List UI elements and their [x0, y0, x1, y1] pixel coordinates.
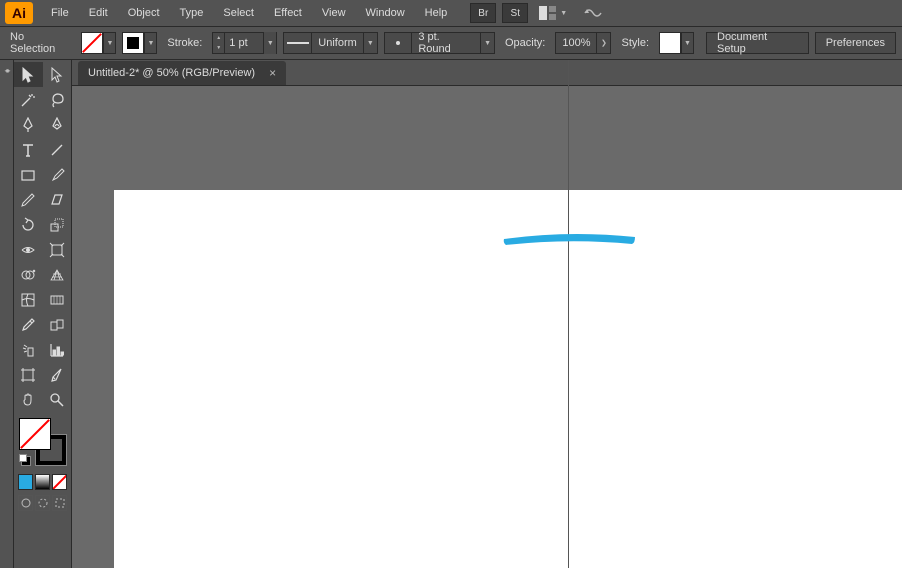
toolbox [14, 60, 72, 568]
tab-bar: Untitled-2* @ 50% (RGB/Preview) × [72, 60, 902, 86]
eraser-tool[interactable] [43, 187, 72, 212]
stroke-label[interactable]: Stroke: [163, 37, 206, 49]
menu-object[interactable]: Object [118, 3, 170, 23]
perspective-grid-tool[interactable] [43, 262, 72, 287]
menu-view[interactable]: View [312, 3, 356, 23]
menu-type[interactable]: Type [170, 3, 214, 23]
type-tool[interactable] [14, 137, 43, 162]
tab-title: Untitled-2* @ 50% (RGB/Preview) [88, 67, 255, 79]
gpu-preview-button[interactable] [579, 3, 607, 23]
menu-effect[interactable]: Effect [264, 3, 312, 23]
opacity-input[interactable]: 100% ❯ [555, 32, 611, 54]
pencil-tool[interactable] [14, 187, 43, 212]
fill-dropdown[interactable]: ▼ [103, 32, 116, 54]
symbol-sprayer-tool[interactable] [14, 337, 43, 362]
left-dock[interactable]: ◂▸ [0, 60, 14, 568]
arrange-documents-button[interactable]: ▼ [535, 3, 571, 23]
hand-tool[interactable] [14, 387, 43, 412]
menu-file[interactable]: File [41, 3, 79, 23]
document-tab[interactable]: Untitled-2* @ 50% (RGB/Preview) × [78, 61, 286, 85]
free-transform-tool[interactable] [43, 237, 72, 262]
width-tool[interactable] [14, 237, 43, 262]
curvature-tool[interactable] [43, 112, 72, 137]
color-mode-gradient[interactable] [35, 474, 50, 490]
artboard-tool[interactable] [14, 362, 43, 387]
draw-normal[interactable] [18, 495, 33, 511]
stroke-dropdown[interactable]: ▼ [144, 32, 157, 54]
zoom-tool[interactable] [43, 387, 72, 412]
fill-swatch[interactable] [81, 32, 103, 54]
menu-window[interactable]: Window [356, 3, 415, 23]
fill-stroke-indicator[interactable] [19, 418, 67, 466]
graphic-style-swatch[interactable] [659, 32, 681, 54]
document-area: Untitled-2* @ 50% (RGB/Preview) × [72, 60, 902, 568]
draw-behind[interactable] [35, 495, 50, 511]
draw-inside[interactable] [52, 495, 67, 511]
direct-selection-tool[interactable] [43, 62, 72, 87]
column-graph-tool[interactable] [43, 337, 72, 362]
bridge-button[interactable]: Br [470, 3, 496, 23]
stroke-weight-input[interactable]: ▲▼ 1 pt ▼ [212, 32, 277, 54]
shape-builder-tool[interactable] [14, 262, 43, 287]
brush-stroke-object[interactable] [502, 228, 637, 246]
mesh-tool[interactable] [14, 287, 43, 312]
scale-tool[interactable] [43, 212, 72, 237]
menu-edit[interactable]: Edit [79, 3, 118, 23]
style-label[interactable]: Style: [617, 37, 653, 49]
slice-tool[interactable] [43, 362, 72, 387]
color-mode-none[interactable] [52, 474, 67, 490]
rotate-tool[interactable] [14, 212, 43, 237]
rectangle-tool[interactable] [14, 162, 43, 187]
drawing-modes [14, 492, 71, 514]
stock-button[interactable]: St [502, 3, 528, 23]
menu-help[interactable]: Help [415, 3, 458, 23]
color-mode-color[interactable] [18, 474, 33, 490]
color-mode-row [14, 472, 71, 492]
pen-tool[interactable] [14, 112, 43, 137]
paintbrush-tool[interactable] [43, 162, 72, 187]
preferences-button[interactable]: Preferences [815, 32, 896, 54]
document-setup-button[interactable]: Document Setup [706, 32, 809, 54]
graphic-style-dropdown[interactable]: ▼ [681, 32, 694, 54]
menu-select[interactable]: Select [213, 3, 264, 23]
line-segment-tool[interactable] [43, 137, 72, 162]
stroke-swatch[interactable] [122, 32, 144, 54]
eyedropper-tool[interactable] [14, 312, 43, 337]
magic-wand-tool[interactable] [14, 87, 43, 112]
artboard[interactable] [114, 190, 902, 568]
lasso-tool[interactable] [43, 87, 72, 112]
selection-status: No Selection [6, 31, 75, 55]
close-tab-icon[interactable]: × [269, 66, 276, 80]
gradient-tool[interactable] [43, 287, 72, 312]
brush-definition[interactable]: 3 pt. Round ▼ [384, 32, 495, 54]
menu-bar: Ai File Edit Object Type Select Effect V… [0, 0, 902, 27]
opacity-label[interactable]: Opacity: [501, 37, 549, 49]
selection-tool[interactable] [14, 62, 43, 87]
blend-tool[interactable] [43, 312, 72, 337]
control-bar: No Selection ▼ ▼ Stroke: ▲▼ 1 pt ▼ Unifo… [0, 27, 902, 60]
app-logo: Ai [5, 2, 33, 24]
vertical-guide[interactable] [568, 60, 569, 568]
variable-width-profile[interactable]: Uniform ▼ [283, 32, 378, 54]
